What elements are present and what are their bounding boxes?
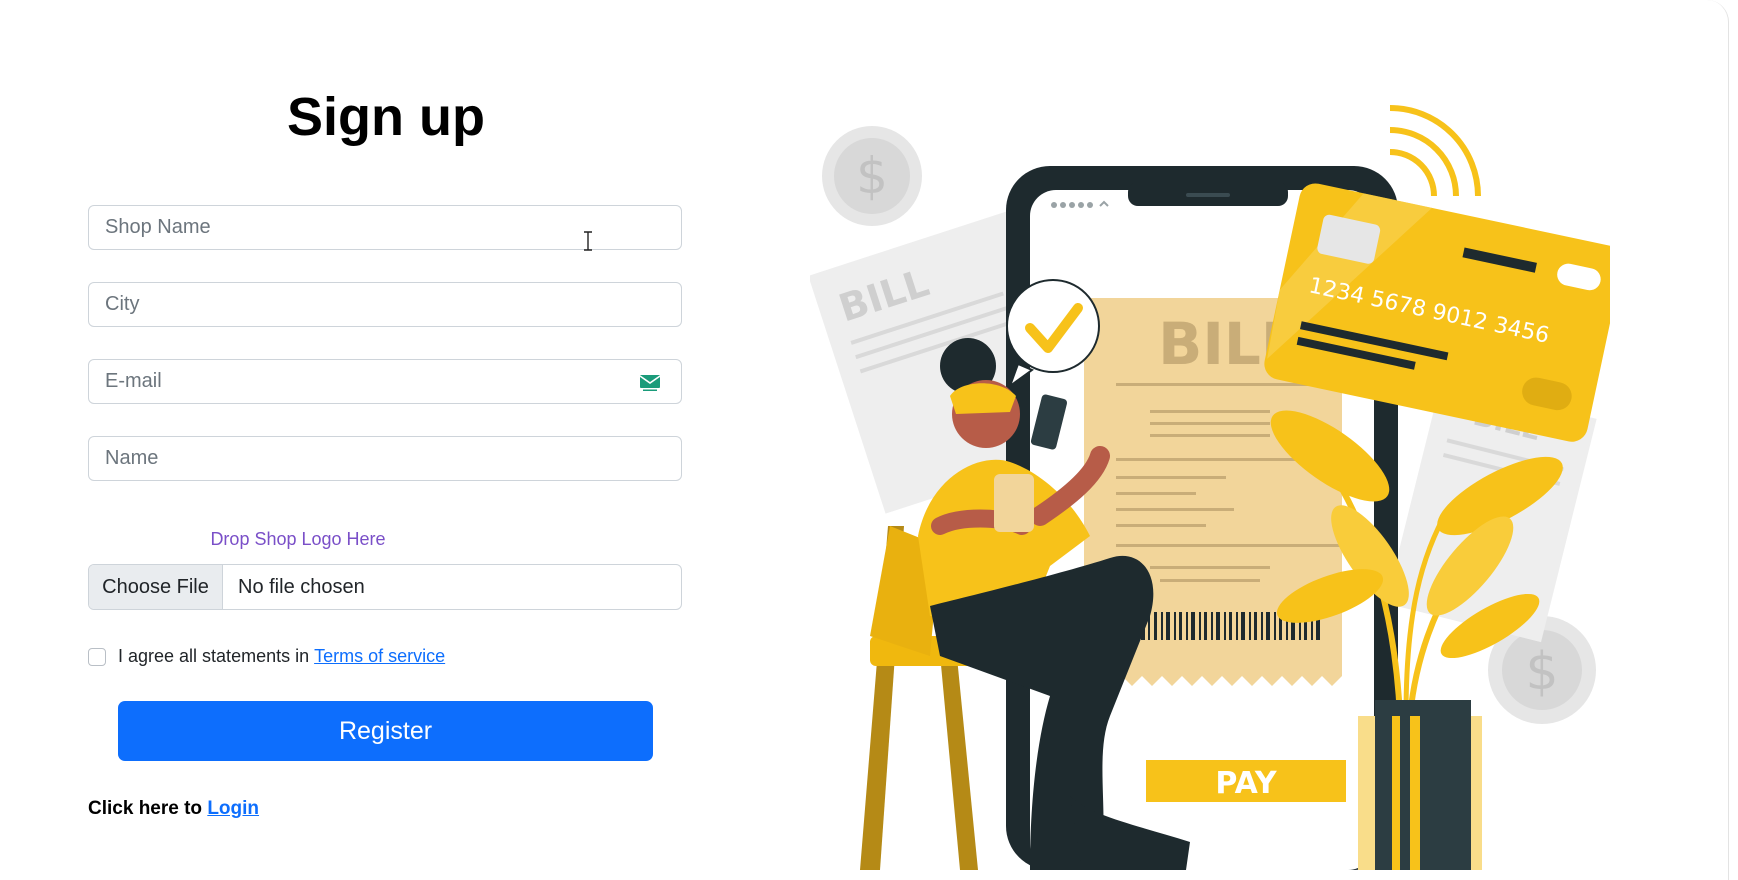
svg-text:$: $ <box>856 147 888 205</box>
city-input[interactable] <box>89 283 681 326</box>
choose-file-button[interactable]: Choose File <box>89 565 223 609</box>
file-status: No file chosen <box>238 575 365 598</box>
name-field <box>88 436 682 481</box>
login-link[interactable]: Login <box>207 798 259 819</box>
terms-checkbox[interactable] <box>88 647 106 666</box>
terms-text: I agree all statements in <box>118 646 310 666</box>
dollar-coin-icon: $ <box>822 126 922 226</box>
wifi-icon <box>1389 105 1481 197</box>
terms-agreement: I agree all statements in Terms of servi… <box>88 646 445 667</box>
email-field <box>88 359 682 404</box>
terms-link[interactable]: Terms of service <box>314 646 445 667</box>
email-input[interactable] <box>89 360 681 403</box>
signup-form: Sign up Drop Shop Logo Here Choose File … <box>88 0 684 870</box>
name-input[interactable] <box>89 437 681 480</box>
logo-drop-zone[interactable]: Drop Shop Logo Here <box>88 529 508 550</box>
svg-text:$: $ <box>1525 642 1558 702</box>
login-prefix: Click here to <box>88 798 203 819</box>
pay-button-graphic: PAY <box>1146 760 1346 802</box>
login-prompt: Click here to Login <box>88 798 259 820</box>
city-field <box>88 282 682 327</box>
mail-icon[interactable] <box>639 374 661 392</box>
payment-illustration: $ $ BILL BILL BILL <box>810 105 1610 870</box>
pay-label: PAY <box>1215 766 1278 801</box>
logo-file-input[interactable]: Choose File No file chosen <box>88 564 682 610</box>
page-title: Sign up <box>287 87 485 147</box>
register-button[interactable]: Register <box>118 701 653 761</box>
text-cursor-icon <box>584 231 592 251</box>
